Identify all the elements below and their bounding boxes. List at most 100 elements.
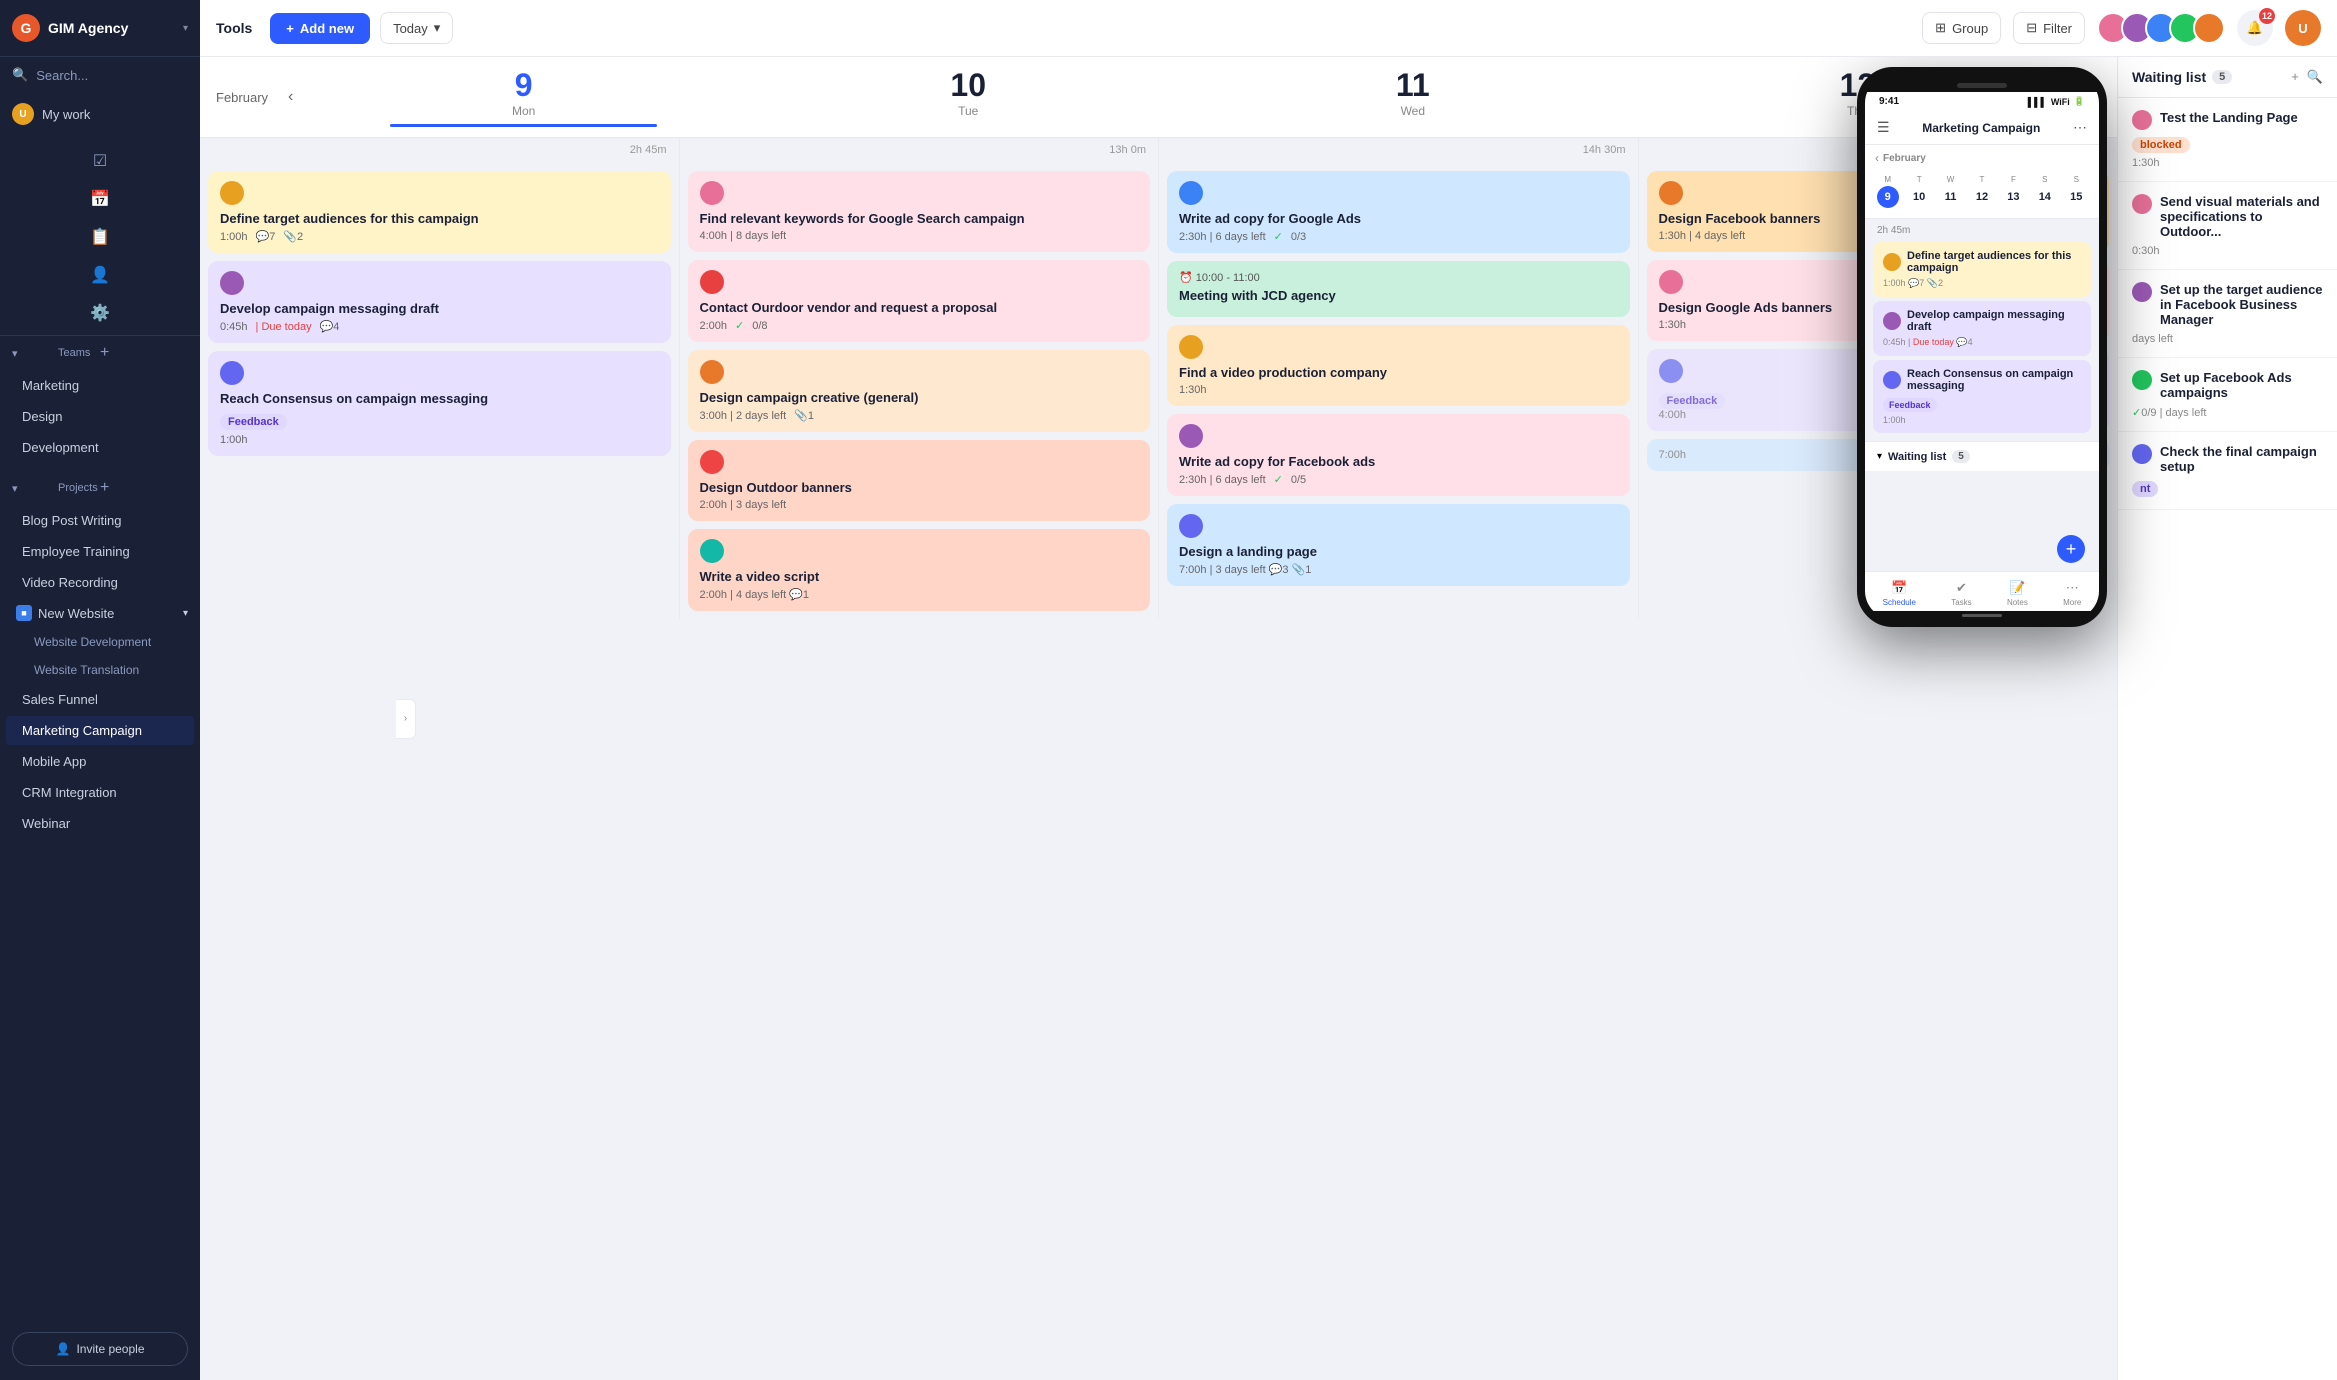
sidebar-item-employee-training[interactable]: Employee Training (6, 537, 194, 566)
tool-list[interactable]: 📋 (0, 219, 200, 255)
task-card[interactable]: Contact Ourdoor vendor and request a pro… (688, 260, 1151, 342)
task-card[interactable]: Design campaign creative (general) 3:00h… (688, 350, 1151, 432)
phone-waiting-label: Waiting list (1888, 451, 1946, 463)
task-card[interactable]: Find relevant keywords for Google Search… (688, 171, 1151, 252)
phone-card-1[interactable]: Define target audiences for this campaig… (1873, 242, 2091, 297)
phone-day-s1[interactable]: S 14 (2030, 175, 2059, 210)
sidebar-item-webinar[interactable]: Webinar (6, 809, 194, 838)
waiting-list-header: Waiting list 5 + 🔍 (2118, 57, 2337, 98)
phone-day-t[interactable]: T 10 (1904, 175, 1933, 210)
card-title: Design Outdoor banners (700, 480, 1139, 495)
chevron-right-icon: › (404, 713, 407, 724)
phone-tab-more[interactable]: ⋯ More (2063, 580, 2081, 607)
phone-day-f[interactable]: F 13 (1999, 175, 2028, 210)
task-card[interactable]: Reach Consensus on campaign messaging Fe… (208, 351, 671, 456)
task-card[interactable]: Define target audiences for this campaig… (208, 171, 671, 253)
task-card[interactable]: Find a video production company 1:30h (1167, 325, 1630, 406)
task-card[interactable]: Develop campaign messaging draft 0:45h |… (208, 261, 671, 343)
sidebar-item-new-website[interactable]: ■ New Website ▾ (0, 598, 200, 628)
wl-actions[interactable]: + 🔍 (2291, 69, 2323, 85)
sidebar-item-video-recording[interactable]: Video Recording (6, 568, 194, 597)
phone-card-title: Develop campaign messaging draft (1907, 309, 2081, 333)
sidebar-item-crm-integration[interactable]: CRM Integration (6, 778, 194, 807)
calendar-header: February ‹ 9 Mon 10 Tue (200, 57, 2117, 138)
my-work-item[interactable]: U My work (0, 93, 200, 135)
task-card[interactable]: Design a landing page 7:00h | 3 days lef… (1167, 504, 1630, 586)
avatar (1883, 371, 1901, 389)
phone-day-s2[interactable]: S 15 (2062, 175, 2091, 210)
prev-button[interactable]: ‹ (280, 84, 301, 110)
sidebar-item-mobile-app[interactable]: Mobile App (6, 747, 194, 776)
wl-item[interactable]: Test the Landing Page blocked 1:30h (2118, 98, 2337, 182)
task-card[interactable]: Write ad copy for Facebook ads 2:30h | 6… (1167, 414, 1630, 496)
sidebar-item-blog-post-writing[interactable]: Blog Post Writing (6, 506, 194, 535)
tool-checkmark[interactable]: ☑ (0, 143, 200, 179)
search-icon[interactable]: 🔍 (2307, 69, 2323, 85)
sidebar-item-marketing-campaign[interactable]: Marketing Campaign (6, 716, 194, 745)
avatar (1179, 181, 1203, 205)
card-meta: 2:30h | 6 days left ✓0/5 (1179, 473, 1618, 486)
sidebar-item-website-development[interactable]: Website Development (6, 629, 194, 655)
phone-card-header: Reach Consensus on campaign messaging (1883, 368, 2081, 392)
invite-people-button[interactable]: 👤 Invite people (12, 1332, 188, 1366)
add-project-button[interactable]: + (100, 479, 188, 497)
sidebar-header[interactable]: G GIM Agency ▾ (0, 0, 200, 57)
day-11-number: 11 (1191, 67, 1636, 104)
filter-button[interactable]: ⊟ Filter (2013, 12, 2085, 44)
sidebar-item-development[interactable]: Development (6, 433, 194, 462)
sidebar-item-marketing[interactable]: Marketing (6, 371, 194, 400)
task-card[interactable]: Write ad copy for Google Ads 2:30h | 6 d… (1167, 171, 1630, 253)
team-avatars[interactable] (2097, 12, 2225, 44)
task-card[interactable]: ⏰ 10:00 - 11:00 Meeting with JCD agency (1167, 261, 1630, 317)
folder-icon: ■ (16, 605, 32, 621)
sidebar-item-design[interactable]: Design (6, 402, 194, 431)
projects-section[interactable]: ▾ Projects + (0, 471, 200, 505)
person-icon: 👤 (55, 1342, 70, 1356)
add-new-button[interactable]: + Add new (270, 13, 370, 44)
add-team-button[interactable]: + (100, 344, 188, 362)
wl-item[interactable]: Check the final campaign setup nt (2118, 432, 2337, 510)
phone-month: February (1883, 153, 1926, 164)
phone-day-w[interactable]: W 11 (1936, 175, 1965, 210)
filter-label: Filter (2043, 21, 2072, 36)
tool-calendar[interactable]: 📅 (0, 181, 200, 217)
user-avatar[interactable]: U (2285, 10, 2321, 46)
checkmark-icon: ☑ (93, 151, 107, 171)
wl-item[interactable]: Set up Facebook Ads campaigns ✓0/9 | day… (2118, 358, 2337, 432)
phone-fab-button[interactable]: + (2057, 535, 2085, 563)
phone-day-m[interactable]: M 9 (1873, 175, 1902, 210)
card-title: Write ad copy for Facebook ads (1179, 454, 1618, 469)
phone-card-3[interactable]: Reach Consensus on campaign messaging Fe… (1873, 360, 2091, 433)
prev-icon[interactable]: ‹ (1875, 151, 1879, 165)
phone-day-letter: F (1999, 175, 2028, 184)
tue-hours: 13h 0m (680, 138, 1159, 163)
notification-button[interactable]: 🔔 12 (2237, 10, 2273, 46)
chat-icon: 💬7 (256, 230, 276, 243)
day-columns: 2h 45m Define target audiences for this … (200, 138, 2117, 619)
group-button[interactable]: ⊞ Group (1922, 12, 2001, 44)
card-title: Find a video production company (1179, 365, 1618, 380)
search-bar[interactable]: 🔍 Search... (0, 57, 200, 93)
hamburger-icon[interactable]: ☰ (1877, 119, 1890, 136)
plus-icon[interactable]: + (2291, 69, 2299, 85)
wl-item[interactable]: Send visual materials and specifications… (2118, 182, 2337, 270)
sidebar-expand-button[interactable]: › (396, 699, 416, 739)
card-title: Design a landing page (1179, 544, 1618, 559)
task-card[interactable]: Design Outdoor banners 2:00h | 3 days le… (688, 440, 1151, 521)
more-icon[interactable]: ⋯ (2073, 119, 2087, 136)
teams-section[interactable]: ▾ Teams + (0, 336, 200, 370)
phone-day-th[interactable]: T 12 (1967, 175, 1996, 210)
day-col-wed: 14h 30m Write ad copy for Google Ads 2:3… (1159, 138, 1639, 619)
phone-tab-notes[interactable]: 📝 Notes (2007, 580, 2028, 607)
wl-item[interactable]: Set up the target audience in Facebook B… (2118, 270, 2337, 358)
phone-tab-tasks[interactable]: ✔ Tasks (1951, 580, 1971, 607)
phone-tab-schedule[interactable]: 📅 Schedule (1883, 580, 1916, 607)
sidebar-item-website-translation[interactable]: Website Translation (6, 657, 194, 683)
task-card[interactable]: Write a video script 2:00h | 4 days left… (688, 529, 1151, 611)
avatar-5[interactable] (2193, 12, 2225, 44)
tool-person[interactable]: 👤 (0, 257, 200, 293)
today-button[interactable]: Today ▾ (380, 12, 453, 44)
phone-card-2[interactable]: Develop campaign messaging draft 0:45h |… (1873, 301, 2091, 356)
sidebar-item-sales-funnel[interactable]: Sales Funnel (6, 685, 194, 714)
tool-settings[interactable]: ⚙️ (0, 295, 200, 331)
